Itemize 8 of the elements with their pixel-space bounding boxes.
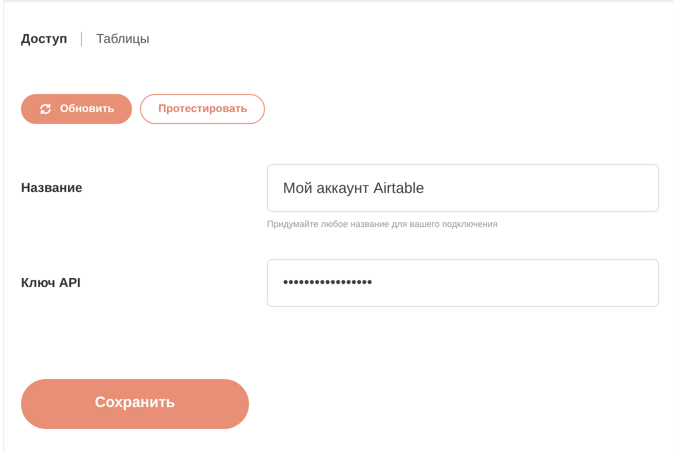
refresh-icon <box>39 103 52 115</box>
input-field[interactable]: ••••••••••••••••• <box>267 258 659 306</box>
field-label: Название <box>21 179 84 198</box>
field-hint: Придумайте любое название для вашего подключения <box>267 218 498 231</box>
field-label: Ключ API <box>21 274 82 292</box>
tab[interactable]: Доступ <box>21 29 68 49</box>
tab[interactable]: Таблицы <box>96 29 150 49</box>
input-field[interactable]: Мой аккаунт Airtable <box>267 164 659 212</box>
